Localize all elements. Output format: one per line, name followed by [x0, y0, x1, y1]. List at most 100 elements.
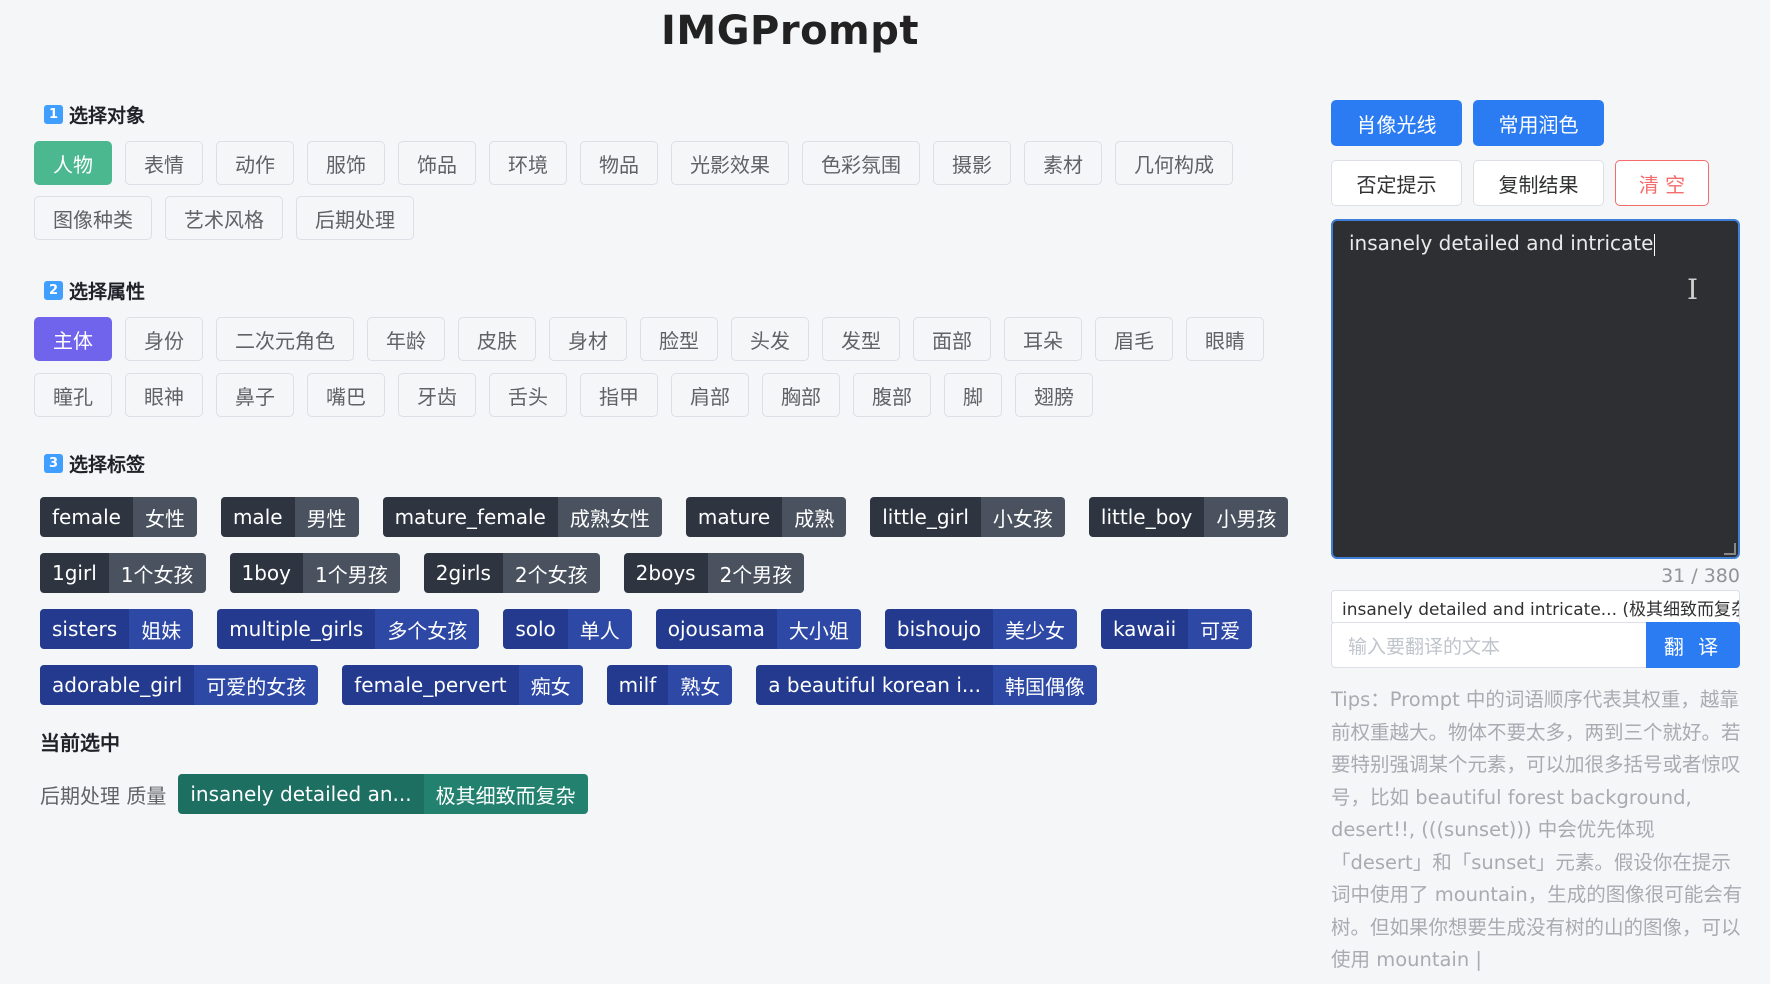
section-select-object-heading: 1 选择对象 [44, 100, 145, 128]
attribute-button[interactable]: 肩部 [671, 373, 749, 417]
category-button[interactable]: 饰品 [398, 141, 476, 185]
tag-zh: 韩国偶像 [992, 665, 1097, 705]
prompt-tag[interactable]: multiple_girls 多个女孩 [217, 609, 480, 649]
attribute-button[interactable]: 脸型 [640, 317, 718, 361]
prompt-tag[interactable]: solo 单人 [503, 609, 632, 649]
prompt-result-textarea[interactable]: insanely detailed and intricate I [1331, 219, 1740, 559]
tag-row-3: sisters 姐妹 multiple_girls 多个女孩 solo 单人 ojou… [40, 609, 1276, 649]
attribute-button[interactable]: 二次元角色 [216, 317, 354, 361]
section-label: 选择对象 [69, 104, 146, 127]
selected-prompt-tag[interactable]: insanely detailed an... 极其细致而复杂 [178, 774, 588, 814]
prompt-tag[interactable]: ojousama 大小姐 [655, 609, 861, 649]
translate-input[interactable]: 输入要翻译的文本 [1331, 622, 1646, 668]
attribute-button[interactable]: 牙齿 [398, 373, 476, 417]
prompt-tag[interactable]: kawaii 可爱 [1100, 609, 1253, 649]
tag-zh: 可爱 [1188, 609, 1253, 649]
tag-zh: 姐妹 [129, 609, 194, 649]
step-number-badge: 1 [44, 104, 63, 124]
category-button[interactable]: 图像种类 [34, 196, 152, 240]
attribute-button[interactable]: 胸部 [762, 373, 840, 417]
prompt-tag[interactable]: little_boy 小男孩 [1088, 497, 1289, 537]
category-button[interactable]: 动作 [216, 141, 294, 185]
prompt-tag[interactable]: 1boy 1个男孩 [229, 553, 400, 593]
category-button[interactable]: 几何构成 [1115, 141, 1233, 185]
resize-handle-icon[interactable] [1724, 543, 1736, 555]
attribute-button[interactable]: 指甲 [580, 373, 658, 417]
character-counter: 31 / 380 [1661, 565, 1740, 587]
portrait-lighting-button[interactable]: 肖像光线 [1331, 100, 1462, 146]
attribute-button[interactable]: 嘴巴 [307, 373, 385, 417]
tag-en: female_pervert [342, 665, 519, 705]
prompt-tag[interactable]: bishoujo 美少女 [884, 609, 1077, 649]
prompt-tag[interactable]: little_girl 小女孩 [870, 497, 1065, 537]
attribute-button[interactable]: 眼睛 [1186, 317, 1264, 361]
current-selection-row: 后期处理 质量 insanely detailed an... 极其细致而复杂 [40, 774, 612, 814]
category-button[interactable]: 素材 [1024, 141, 1102, 185]
category-button[interactable]: 摄影 [933, 141, 1011, 185]
prompt-tag[interactable]: 1girl 1个女孩 [40, 553, 206, 593]
tag-zh: 1个男孩 [303, 553, 400, 593]
tag-zh: 极其细致而复杂 [423, 774, 588, 814]
tag-en: 2girls [423, 553, 503, 593]
attribute-button[interactable]: 瞳孔 [34, 373, 112, 417]
attribute-button[interactable]: 发型 [822, 317, 900, 361]
translation-result-line[interactable]: insanely detailed and intricate... (极其细致… [1331, 590, 1740, 624]
tag-row-4: adorable_girl 可爱的女孩 female_pervert 痴女 milf… [40, 665, 1121, 705]
tag-zh: 多个女孩 [375, 609, 480, 649]
tag-row-1: female 女性 male 男性 mature_female 成熟女性 mature… [40, 497, 1312, 537]
attribute-button[interactable]: 主体 [34, 317, 112, 361]
copy-result-button[interactable]: 复制结果 [1473, 160, 1604, 206]
category-button[interactable]: 后期处理 [296, 196, 414, 240]
prompt-tag[interactable]: 2girls 2个女孩 [423, 553, 600, 593]
clear-button[interactable]: 清 空 [1615, 160, 1709, 206]
section-label: 选择属性 [69, 280, 146, 303]
tag-zh: 可爱的女孩 [194, 665, 319, 705]
tag-en: little_boy [1088, 497, 1205, 537]
prompt-tag[interactable]: mature_female 成熟女性 [382, 497, 662, 537]
current-selection-heading: 当前选中 [40, 731, 120, 755]
attribute-button[interactable]: 皮肤 [458, 317, 536, 361]
prompt-tag[interactable]: male 男性 [220, 497, 359, 537]
prompt-tag[interactable]: female_pervert 痴女 [342, 665, 583, 705]
tag-zh: 小男孩 [1204, 497, 1289, 537]
attribute-button[interactable]: 眼神 [125, 373, 203, 417]
attribute-row-2: 瞳孔 眼神 鼻子 嘴巴 牙齿 舌头 指甲 肩部 胸部 腹部 脚 翅膀 [34, 373, 1106, 417]
category-button[interactable]: 表情 [125, 141, 203, 185]
attribute-button[interactable]: 腹部 [853, 373, 931, 417]
category-button[interactable]: 艺术风格 [165, 196, 283, 240]
attribute-button[interactable]: 身份 [125, 317, 203, 361]
tag-en: mature [685, 497, 783, 537]
prompt-tag[interactable]: milf 熟女 [606, 665, 733, 705]
category-button[interactable]: 物品 [580, 141, 658, 185]
negative-prompt-button[interactable]: 否定提示 [1331, 160, 1462, 206]
prompt-tag[interactable]: sisters 姐妹 [40, 609, 194, 649]
prompt-tag[interactable]: female 女性 [40, 497, 197, 537]
translate-button[interactable]: 翻 译 [1646, 622, 1740, 668]
attribute-button[interactable]: 面部 [913, 317, 991, 361]
attribute-button[interactable]: 眉毛 [1095, 317, 1173, 361]
prompt-tag[interactable]: 2boys 2个男孩 [623, 553, 805, 593]
category-button[interactable]: 环境 [489, 141, 567, 185]
prompt-tag[interactable]: adorable_girl 可爱的女孩 [40, 665, 319, 705]
attribute-button[interactable]: 翅膀 [1015, 373, 1093, 417]
attribute-button[interactable]: 耳朵 [1004, 317, 1082, 361]
category-button[interactable]: 光影效果 [671, 141, 789, 185]
text-caret [1654, 233, 1656, 256]
category-button[interactable]: 人物 [34, 141, 112, 185]
tag-en: insanely detailed an... [178, 774, 424, 814]
common-color-button[interactable]: 常用润色 [1473, 100, 1604, 146]
attribute-button[interactable]: 年龄 [367, 317, 445, 361]
tag-en: male [220, 497, 295, 537]
category-button[interactable]: 服饰 [307, 141, 385, 185]
attribute-button[interactable]: 脚 [944, 373, 1002, 417]
attribute-button[interactable]: 身材 [549, 317, 627, 361]
attribute-button[interactable]: 舌头 [489, 373, 567, 417]
tag-en: sisters [40, 609, 130, 649]
category-button[interactable]: 色彩氛围 [802, 141, 920, 185]
prompt-tag[interactable]: mature 成熟 [685, 497, 847, 537]
tag-zh: 小女孩 [980, 497, 1065, 537]
prompt-tag[interactable]: a beautiful korean i... 韩国偶像 [756, 665, 1097, 705]
attribute-button[interactable]: 头发 [731, 317, 809, 361]
attribute-button[interactable]: 鼻子 [216, 373, 294, 417]
tag-zh: 单人 [567, 609, 632, 649]
